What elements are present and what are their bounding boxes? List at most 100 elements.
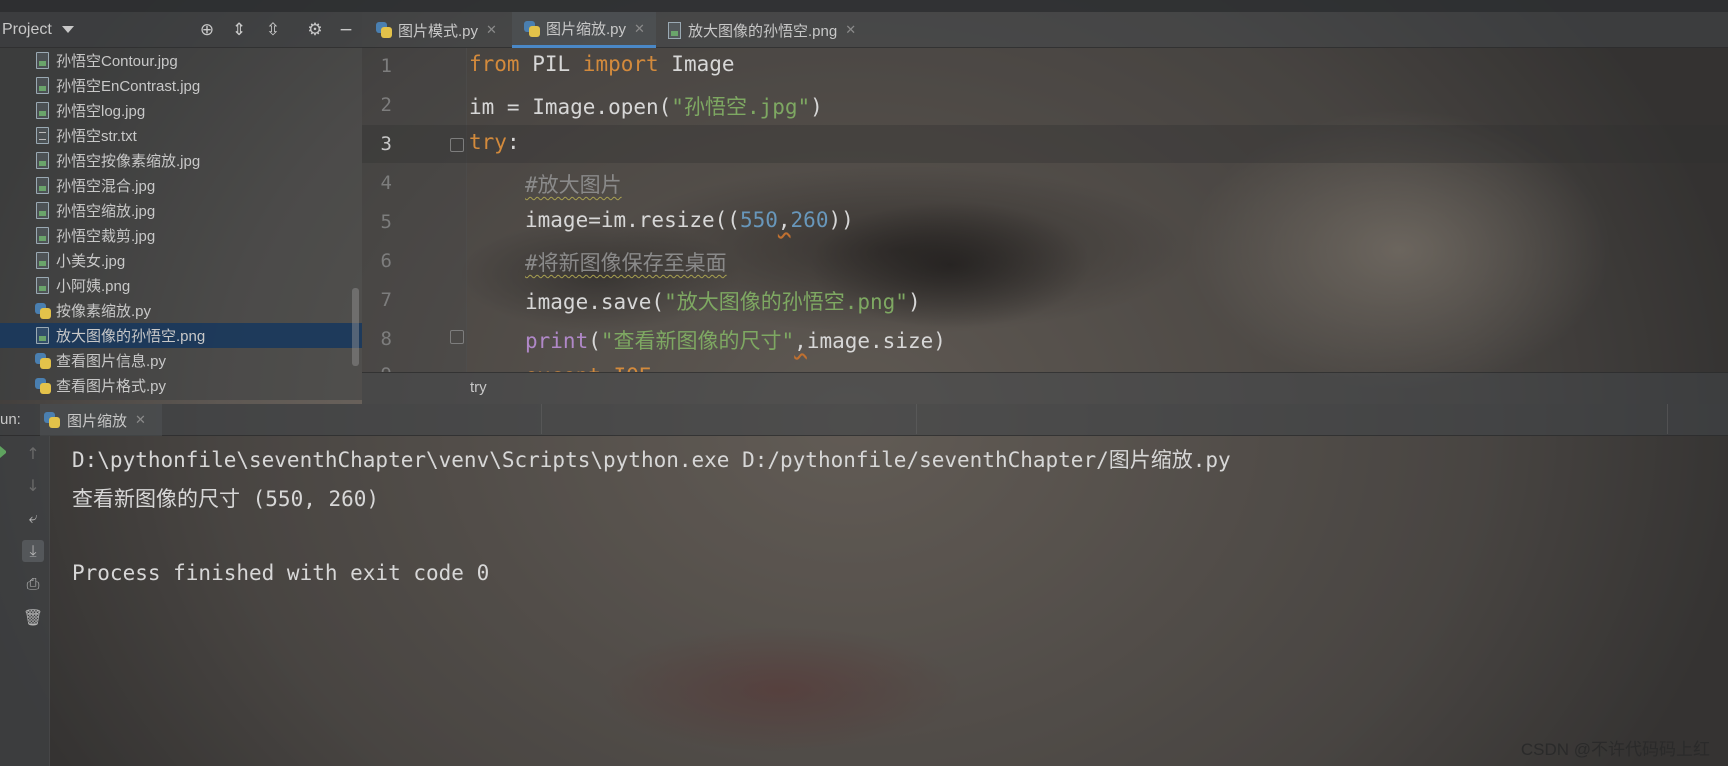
code-text: image.size) xyxy=(806,329,946,353)
expand-all-icon[interactable]: ⇕ xyxy=(229,20,249,40)
tree-item-selected[interactable]: 放大图像的孙悟空.png xyxy=(0,323,362,348)
tab-image-resize[interactable]: 图片缩放.py ✕ xyxy=(512,12,656,48)
string-literal: "孙悟空.jpg" xyxy=(671,95,811,119)
rerun-icon[interactable] xyxy=(0,446,8,458)
tree-item[interactable]: 孙悟空缩放.jpg xyxy=(0,198,362,223)
tree-item[interactable]: 孙悟空EnContrast.jpg xyxy=(0,73,362,98)
breadcrumb[interactable]: try xyxy=(470,379,487,396)
tree-item-label: 孙悟空str.txt xyxy=(56,128,137,145)
line-number: 1 xyxy=(380,55,392,77)
tree-item-label: 按像素缩放.py xyxy=(56,303,152,320)
divider xyxy=(916,404,917,434)
code-line: try: xyxy=(469,130,520,154)
number-literal: 550 xyxy=(739,208,778,232)
tree-item-label: 孙悟空EnContrast.jpg xyxy=(56,78,201,95)
tab-enlarged-image[interactable]: 放大图像的孙悟空.png ✕ xyxy=(668,12,878,48)
code-text: ) xyxy=(810,95,823,119)
run-tab-label: 图片缩放 xyxy=(67,412,128,430)
run-tab[interactable]: 图片缩放 ✕ xyxy=(40,404,162,436)
tree-item[interactable]: 小美女.jpg xyxy=(0,248,362,273)
line-number: 7 xyxy=(380,289,392,311)
locate-icon[interactable]: ⊕ xyxy=(197,20,217,40)
keyword: from xyxy=(469,52,520,76)
code-text: im = Image.open( xyxy=(469,95,672,119)
text-file-icon xyxy=(36,127,49,144)
tree-item[interactable]: 孙悟空str.txt xyxy=(0,123,362,148)
tree-item[interactable]: 按像素缩放.py xyxy=(0,298,362,323)
tree-item-label: 小阿姨.png xyxy=(56,278,131,295)
string-literal: "放大图像的孙悟空.png" xyxy=(664,290,908,314)
code-text: ( xyxy=(588,329,601,353)
close-icon[interactable]: ✕ xyxy=(135,412,146,428)
arrow-down-icon[interactable]: ↓ xyxy=(22,474,44,496)
watermark: CSDN @不许代码码上红 xyxy=(1520,740,1710,759)
tree-item[interactable]: 小阿姨.png xyxy=(0,273,362,298)
tree-item-label: 孙悟空按像素缩放.jpg xyxy=(56,153,201,170)
tab-label: 放大图像的孙悟空.png xyxy=(688,22,838,40)
image-file-icon xyxy=(36,327,49,344)
close-icon[interactable]: ✕ xyxy=(845,22,856,38)
python-file-icon xyxy=(524,20,540,37)
divider xyxy=(541,404,542,434)
tree-item-label: 孙悟空Contour.jpg xyxy=(56,53,178,70)
comment: #放大图片 xyxy=(525,173,622,197)
title-strip xyxy=(0,0,1728,12)
tab-image-mode[interactable]: 图片模式.py ✕ xyxy=(376,12,512,48)
line-number: 8 xyxy=(380,328,392,350)
gear-icon[interactable]: ⚙ xyxy=(305,20,325,40)
line-number: 5 xyxy=(380,211,392,233)
image-file-icon xyxy=(36,277,49,294)
divider xyxy=(1667,404,1668,434)
arrow-up-icon[interactable]: ↑ xyxy=(22,442,44,464)
tree-item-label: 小美女.jpg xyxy=(56,253,126,270)
code-text: ) xyxy=(907,290,921,314)
close-icon[interactable]: ✕ xyxy=(486,22,497,38)
code-text: )) xyxy=(828,208,854,232)
soft-wrap-icon[interactable]: ⤶ xyxy=(22,507,44,529)
scroll-to-end-icon[interactable]: ⤓ xyxy=(22,540,44,562)
tree-item[interactable]: 孙悟空混合.jpg xyxy=(0,173,362,198)
print-icon[interactable]: ⎙ xyxy=(22,573,44,595)
tree-item-label: 孙悟空log.jpg xyxy=(56,103,146,120)
run-label: un: xyxy=(0,411,21,428)
tree-item[interactable]: 孙悟空裁剪.jpg xyxy=(0,223,362,248)
image-file-icon xyxy=(36,152,49,169)
code-line: print("查看新图像的尺寸",image.size) xyxy=(525,325,946,355)
line-number: 2 xyxy=(380,94,392,116)
code-text: , xyxy=(777,208,791,232)
code-text: image.save( xyxy=(525,290,665,314)
tree-item[interactable]: 孙悟空按像素缩放.jpg xyxy=(0,148,362,173)
close-icon[interactable]: ✕ xyxy=(634,21,645,37)
keyword: import xyxy=(582,52,659,76)
tree-item[interactable]: 孙悟空log.jpg xyxy=(0,98,362,123)
breadcrumb-bar xyxy=(362,372,1728,404)
tree-item-label: 放大图像的孙悟空.png xyxy=(56,328,206,345)
python-file-icon xyxy=(44,412,60,428)
fold-icon[interactable] xyxy=(450,138,464,152)
image-file-icon xyxy=(36,102,49,119)
image-file-icon xyxy=(36,252,49,269)
trash-icon[interactable]: 🗑 xyxy=(22,606,44,628)
console-line: Process finished with exit code 0 xyxy=(72,561,490,585)
image-file-icon xyxy=(36,202,49,219)
project-tree: 孙悟空Contour.jpg 孙悟空EnContrast.jpg 孙悟空log.… xyxy=(0,48,362,400)
run-toolbar: ↑ ↓ ⤶ ⤓ ⎙ 🗑 xyxy=(0,436,50,766)
project-scrollbar[interactable] xyxy=(352,288,359,366)
line-number: 6 xyxy=(380,250,392,272)
tree-item[interactable]: 查看图片格式.py xyxy=(0,373,362,398)
console-line: 查看新图像的尺寸 (550, 260) xyxy=(72,487,380,511)
number-literal: 260 xyxy=(790,208,829,232)
code-line: #放大图片 xyxy=(525,169,622,199)
hide-panel-icon[interactable]: − xyxy=(336,20,356,40)
tree-item[interactable]: 查看图片信息.py xyxy=(0,348,362,373)
code-line: image.save("放大图像的孙悟空.png") xyxy=(525,286,921,316)
project-title[interactable]: Project xyxy=(2,21,52,39)
tree-item[interactable]: 孙悟空Contour.jpg xyxy=(0,48,362,73)
line-number: 3 xyxy=(380,133,392,155)
image-file-icon xyxy=(36,52,49,69)
code-text: Image xyxy=(658,52,735,76)
collapse-all-icon[interactable]: ⇳ xyxy=(263,20,283,40)
fold-icon[interactable] xyxy=(450,330,464,344)
chevron-down-icon[interactable] xyxy=(61,26,74,33)
code-text: : xyxy=(506,130,520,154)
